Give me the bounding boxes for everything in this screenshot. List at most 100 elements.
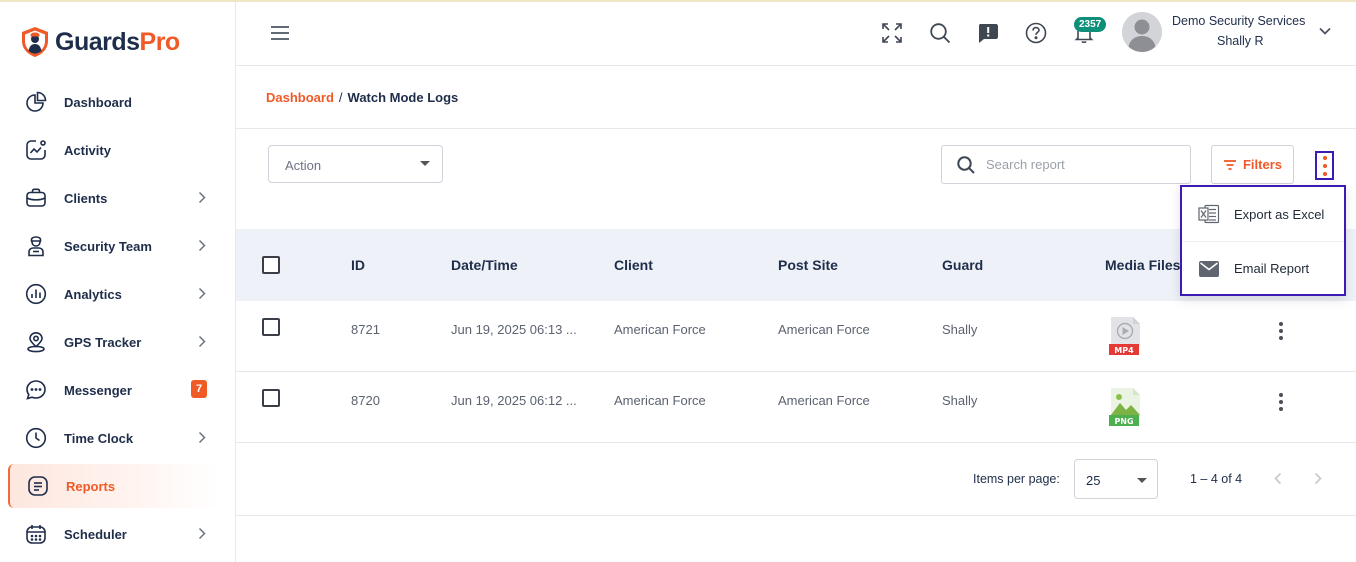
row-checkbox[interactable]	[262, 318, 280, 336]
cell-guard: Shally	[942, 393, 978, 408]
briefcase-icon	[23, 185, 49, 211]
chevron-right-icon	[198, 239, 206, 252]
brand-name: GuardsPro	[55, 27, 180, 56]
brand-logo[interactable]: GuardsPro	[20, 26, 180, 58]
select-all-checkbox[interactable]	[262, 256, 280, 274]
top-header: 2357 Demo Security Services Shally R	[236, 2, 1356, 66]
breadcrumb: Dashboard / Watch Mode Logs	[266, 90, 458, 105]
sidebar-item-label: Dashboard	[64, 94, 132, 110]
excel-icon	[1198, 204, 1220, 224]
cell-client: American Force	[614, 393, 706, 408]
sidebar-item-messenger[interactable]: Messenger 7	[8, 368, 220, 412]
previous-page-button[interactable]	[1268, 468, 1288, 488]
search-icon[interactable]	[927, 20, 953, 46]
clock-icon	[23, 425, 49, 451]
sidebar-item-label: Messenger	[64, 382, 132, 398]
chevron-right-icon	[198, 527, 206, 540]
sidebar-item-label: Scheduler	[64, 526, 127, 542]
feedback-icon[interactable]	[975, 20, 1001, 46]
caret-down-icon	[1137, 478, 1147, 483]
items-per-page-label: Items per page:	[973, 472, 1060, 486]
row-checkbox[interactable]	[262, 389, 280, 407]
sidebar-item-label: Activity	[64, 142, 111, 158]
sidebar-item-label: Clients	[64, 190, 108, 206]
pie-chart-icon	[23, 89, 49, 115]
messenger-unread-badge: 7	[191, 380, 207, 398]
action-select-value: Action	[285, 158, 322, 173]
page-title: Watch Mode Logs	[347, 90, 459, 105]
mail-icon	[1199, 260, 1219, 277]
page-range-label: 1 – 4 of 4	[1190, 472, 1243, 486]
cell-datetime: Jun 19, 2025 06:13 ...	[451, 322, 577, 337]
cell-id: 8720	[351, 393, 380, 408]
items-per-page-select[interactable]: 25	[1074, 459, 1158, 499]
hamburger-menu-icon[interactable]	[270, 24, 290, 42]
export-excel-label: Export as Excel	[1234, 206, 1325, 222]
search-report-input[interactable]	[986, 157, 1176, 172]
sidebar-item-clients[interactable]: Clients	[8, 176, 220, 220]
column-header-guard[interactable]: Guard	[942, 257, 983, 273]
svg-text:MP4: MP4	[1114, 346, 1134, 355]
calendar-icon	[23, 521, 49, 547]
chat-icon	[23, 377, 49, 403]
shield-logo-icon	[22, 27, 48, 57]
chevron-down-icon[interactable]	[1318, 26, 1332, 36]
email-report-label: Email Report	[1234, 261, 1310, 276]
breadcrumb-dashboard-link[interactable]: Dashboard	[266, 90, 334, 105]
cell-post-site: American Force	[778, 393, 870, 408]
breadcrumb-separator: /	[338, 90, 343, 105]
chevron-right-icon	[198, 335, 206, 348]
column-header-client[interactable]: Client	[614, 257, 653, 273]
filters-button[interactable]: Filters	[1211, 145, 1294, 184]
mp4-file-icon[interactable]: MP4	[1109, 316, 1141, 356]
divider	[236, 128, 1356, 129]
cell-datetime: Jun 19, 2025 06:12 ...	[451, 393, 577, 408]
sidebar-item-time-clock[interactable]: Time Clock	[8, 416, 220, 460]
table-row[interactable]: 8720 Jun 19, 2025 06:12 ... American For…	[236, 372, 1356, 443]
sidebar-item-reports[interactable]: Reports	[8, 464, 220, 508]
row-actions-button[interactable]	[1276, 321, 1286, 341]
sidebar: GuardsPro Dashboard Activity Clients Sec…	[0, 2, 236, 562]
items-per-page-value: 25	[1086, 473, 1101, 488]
guard-icon	[23, 233, 49, 259]
column-header-post-site[interactable]: Post Site	[778, 257, 838, 273]
fullscreen-icon[interactable]	[879, 20, 905, 46]
svg-text:PNG: PNG	[1114, 417, 1133, 426]
png-file-icon[interactable]: PNG	[1109, 387, 1141, 427]
cell-post-site: American Force	[778, 322, 870, 337]
sidebar-item-label: GPS Tracker	[64, 334, 142, 350]
action-select[interactable]: Action	[268, 145, 443, 183]
analytics-icon	[23, 281, 49, 307]
column-header-datetime[interactable]: Date/Time	[451, 257, 518, 273]
search-report-box	[941, 145, 1191, 184]
export-menu: Export as Excel Email Report	[1180, 185, 1346, 296]
company-name: Demo Security Services	[1172, 14, 1306, 28]
user-name: Shally R	[1217, 34, 1264, 48]
avatar[interactable]	[1122, 12, 1162, 52]
column-header-id[interactable]: ID	[351, 257, 365, 273]
cell-id: 8721	[351, 322, 380, 337]
export-excel-menu-item[interactable]: Export as Excel	[1182, 187, 1344, 241]
column-header-media-files[interactable]: Media Files	[1105, 257, 1180, 273]
cell-client: American Force	[614, 322, 706, 337]
sidebar-item-dashboard[interactable]: Dashboard	[8, 80, 220, 124]
report-icon	[25, 473, 51, 499]
table-row[interactable]: 8721 Jun 19, 2025 06:13 ... American For…	[236, 301, 1356, 372]
sidebar-item-security-team[interactable]: Security Team	[8, 224, 220, 268]
sidebar-item-label: Reports	[66, 478, 116, 494]
more-options-button[interactable]	[1315, 151, 1334, 180]
help-icon[interactable]	[1023, 20, 1049, 46]
email-report-menu-item[interactable]: Email Report	[1182, 241, 1344, 295]
search-icon	[957, 155, 975, 174]
row-actions-button[interactable]	[1276, 392, 1286, 412]
next-page-button[interactable]	[1308, 468, 1328, 488]
sidebar-item-analytics[interactable]: Analytics	[8, 272, 220, 316]
caret-down-icon	[420, 161, 430, 166]
chevron-left-icon	[1274, 472, 1282, 484]
sidebar-item-label: Security Team	[64, 238, 152, 254]
sidebar-item-gps-tracker[interactable]: GPS Tracker	[8, 320, 220, 364]
sidebar-item-activity[interactable]: Activity	[8, 128, 220, 172]
sidebar-item-scheduler[interactable]: Scheduler	[8, 512, 220, 556]
filter-icon	[1223, 159, 1236, 170]
chevron-right-icon	[198, 191, 206, 204]
